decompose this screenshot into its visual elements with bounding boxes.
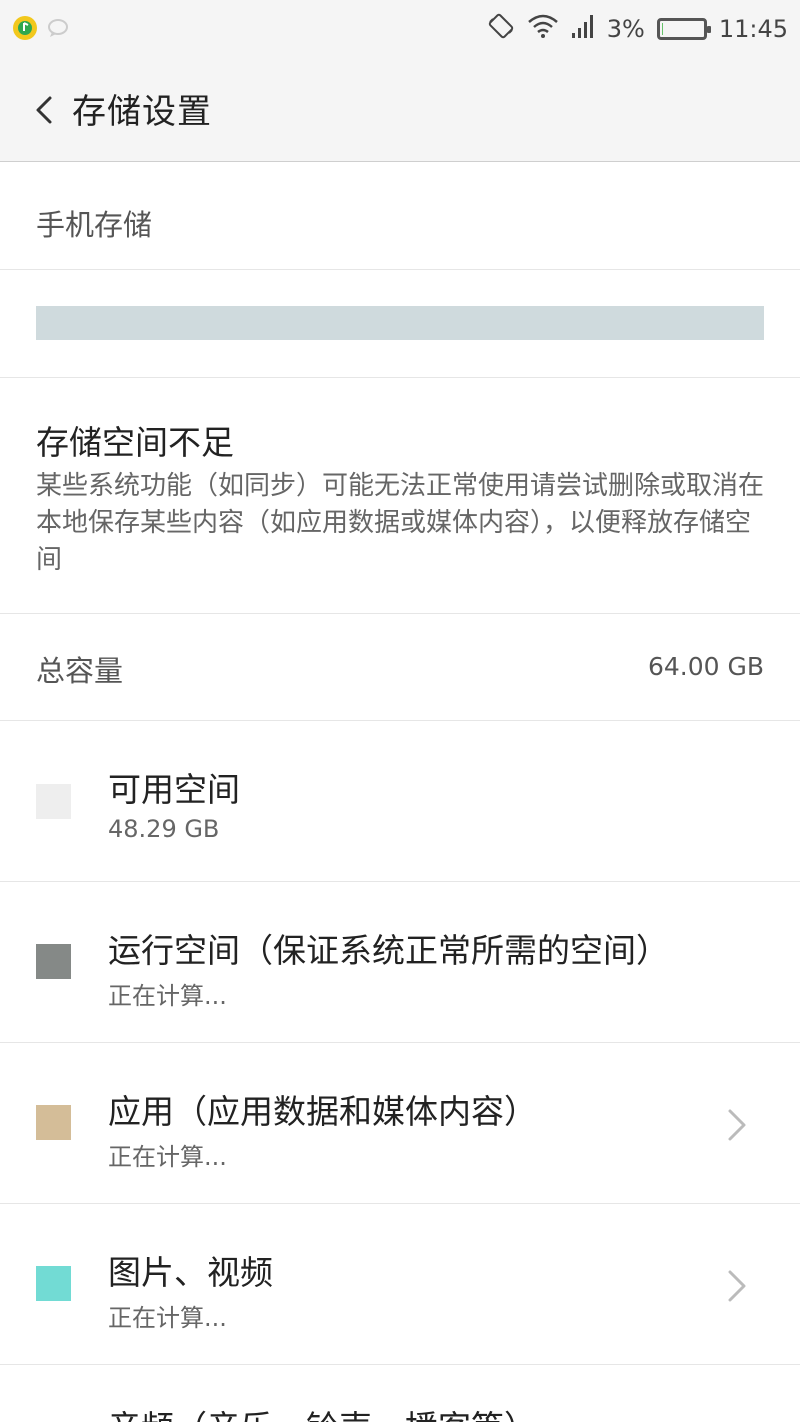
battery-icon <box>656 18 711 40</box>
total-capacity-label: 总容量 <box>36 654 124 688</box>
battery-level <box>661 23 664 35</box>
category-value: 正在计算... <box>108 1304 227 1332</box>
warning-title: 存储空间不足 <box>36 423 234 462</box>
chevron-right-icon <box>728 1270 746 1302</box>
back-button[interactable] <box>30 90 70 130</box>
storage-warning: 存储空间不足 某些系统功能（如同步）可能无法正常使用请尝试删除或取消在本地保存某… <box>0 378 800 614</box>
total-capacity-row: 总容量 64.00 GB <box>0 614 800 721</box>
chevron-right-icon <box>728 1109 746 1141</box>
status-bar: 3% 11:45 <box>0 0 800 58</box>
battery-percent: 3% <box>606 15 645 43</box>
category-row-system-space: 运行空间（保证系统正常所需的空间） 正在计算... <box>0 882 800 1043</box>
category-swatch <box>36 1266 71 1301</box>
category-swatch <box>36 944 71 979</box>
clock: 11:45 <box>718 15 788 43</box>
category-value: 48.29 GB <box>108 815 220 843</box>
category-swatch <box>36 784 71 819</box>
category-swatch <box>36 1105 71 1140</box>
storage-usage-row <box>0 270 800 378</box>
chat-icon <box>46 16 70 44</box>
category-name: 图片、视频 <box>108 1253 273 1292</box>
signal-icon <box>571 13 595 45</box>
section-title: 手机存储 <box>36 208 153 242</box>
qq-music-icon <box>12 15 38 45</box>
category-row-audio[interactable]: 音频（音乐、铃声、播客等） <box>0 1365 800 1422</box>
total-capacity-value: 64.00 GB <box>647 652 764 681</box>
category-name: 应用（应用数据和媒体内容） <box>108 1092 537 1131</box>
storage-usage-bar <box>36 306 764 340</box>
chevron-left-icon <box>36 96 52 124</box>
category-name: 运行空间（保证系统正常所需的空间） <box>108 931 669 970</box>
rotate-lock-icon <box>487 12 515 46</box>
category-row-free-space: 可用空间 48.29 GB <box>0 721 800 882</box>
category-row-apps[interactable]: 应用（应用数据和媒体内容） 正在计算... <box>0 1043 800 1204</box>
category-value: 正在计算... <box>108 1143 227 1171</box>
category-name: 可用空间 <box>108 770 240 809</box>
category-value: 正在计算... <box>108 982 227 1010</box>
app-bar: 存储设置 <box>0 58 800 162</box>
category-row-photos-videos[interactable]: 图片、视频 正在计算... <box>0 1204 800 1365</box>
warning-body: 某些系统功能（如同步）可能无法正常使用请尝试删除或取消在本地保存某些内容（如应用… <box>36 471 765 575</box>
category-name: 音频（音乐、铃声、播客等） <box>108 1401 537 1422</box>
page-title: 存储设置 <box>72 92 212 132</box>
wifi-icon <box>527 13 559 45</box>
section-header: 手机存储 <box>0 162 800 270</box>
